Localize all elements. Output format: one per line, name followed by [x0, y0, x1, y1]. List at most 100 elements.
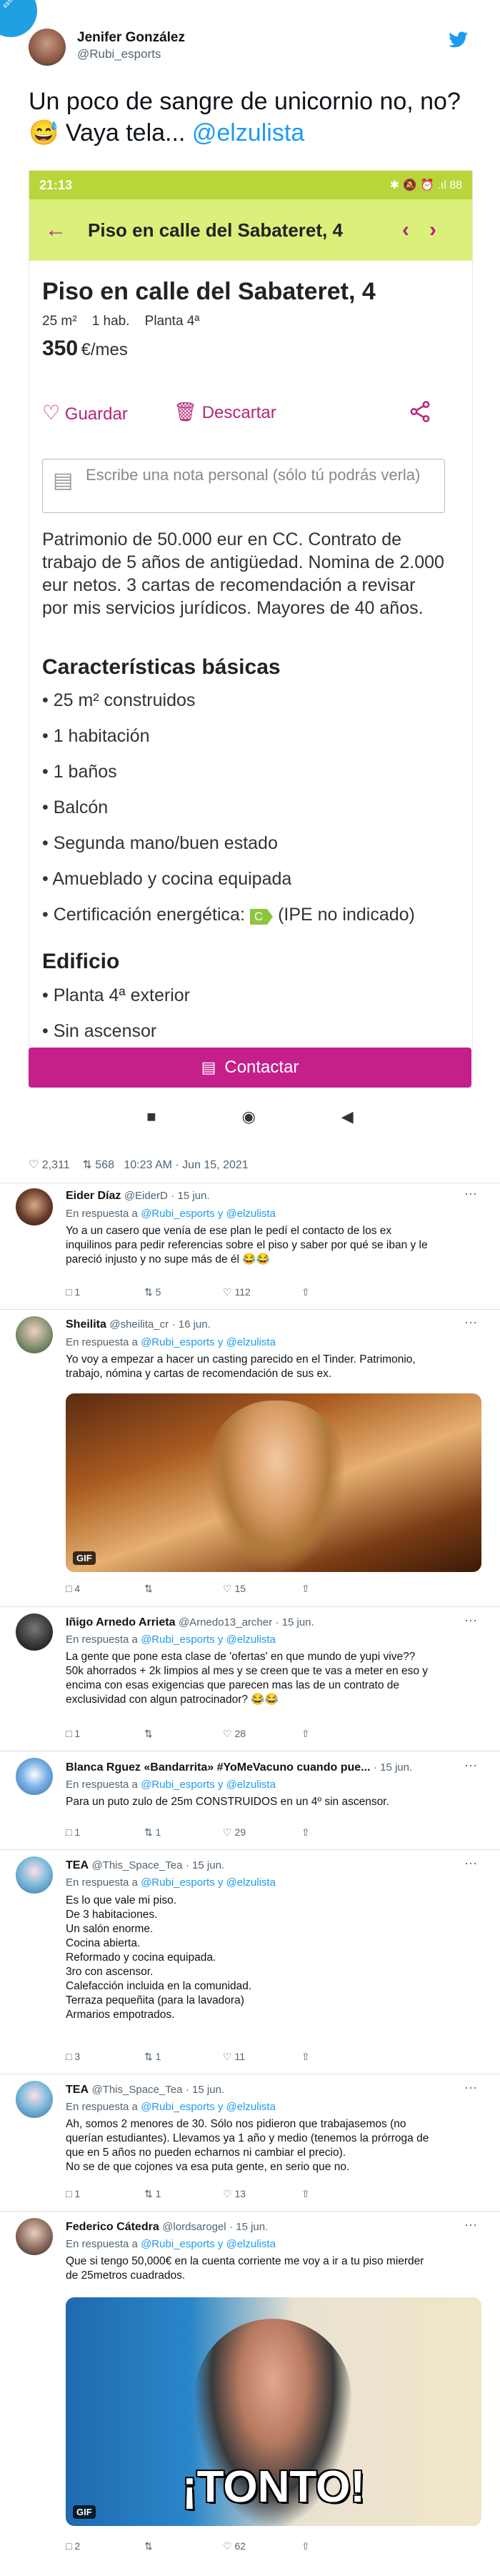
reply-count: 3 [74, 2051, 81, 2062]
like-icon[interactable]: ♡ 15 [223, 1583, 246, 1595]
reply-author-name[interactable]: Federico Cátedra [66, 2221, 159, 2233]
more-options-icon[interactable]: ··· [464, 2217, 477, 2232]
retweet-icon[interactable]: ⇅ [144, 1583, 153, 1595]
reply-author-handle[interactable]: @Arnedo13_archer [179, 1616, 272, 1628]
retweet-icon[interactable]: ⇅ 1 [144, 2188, 161, 2200]
like-count: 15 [234, 1583, 246, 1594]
like-icon[interactable]: ♡ 13 [223, 2188, 246, 2200]
reply-icon[interactable]: □ [66, 1728, 71, 1739]
avatar[interactable] [16, 1613, 53, 1651]
more-options-icon[interactable]: ··· [464, 2080, 477, 2095]
avatar[interactable] [16, 1758, 53, 1795]
reply-author-name[interactable]: TEA [66, 1859, 89, 1871]
like-icon[interactable]: ♡ 112 [223, 1286, 251, 1298]
retweet-icon[interactable]: ⇅ 1 [144, 2051, 161, 2063]
avatar[interactable] [16, 1856, 53, 1894]
share-icon[interactable]: ⇧ [301, 1728, 310, 1740]
reply-author-name[interactable]: TEA [66, 2084, 89, 2096]
reply-icon[interactable]: □ [66, 1583, 71, 1594]
reply-icon[interactable]: □ [66, 2051, 71, 2062]
retweet-icon[interactable]: ⇅ 1 [144, 1826, 161, 1839]
avatar[interactable] [16, 2081, 53, 2118]
reply-icon[interactable]: □ [66, 2540, 71, 2552]
reply-author-handle[interactable]: @sheilita_cr [109, 1318, 169, 1331]
reply-author-name[interactable]: Blanca Rguez «Bandarrita» #YoMeVacuno cu… [66, 1761, 370, 1774]
reply-mentions[interactable]: @Rubi_esports y @elzulista [141, 2238, 276, 2250]
reply-icon[interactable]: □ [66, 1826, 71, 1838]
retweet-icon[interactable]: ⇅ 5 [144, 1286, 161, 1298]
reply-mentions[interactable]: @Rubi_esports y @elzulista [141, 1779, 276, 1791]
gif-image[interactable]: GIF [66, 1393, 481, 1572]
reply-header: TEA @This_Space_Tea · 15 jun. [66, 2084, 224, 2097]
avatar[interactable] [29, 29, 66, 66]
reply-time: · 15 jun. [275, 1616, 314, 1628]
reply-to: En respuesta a @Rubi_esports y @elzulist… [66, 1876, 276, 1889]
reply-mentions[interactable]: @Rubi_esports y @elzulista [141, 2101, 276, 2113]
save-button[interactable]: ♡ Guardar [42, 401, 128, 424]
description-line: trabajo de 5 años de antigüedad. Nomina … [42, 552, 444, 572]
reply-mentions[interactable]: @Rubi_esports y @elzulista [141, 1208, 276, 1220]
more-options-icon[interactable]: ··· [464, 1315, 477, 1330]
woman-figure [209, 1401, 344, 1572]
like-icon[interactable]: ♡ 28 [223, 1728, 246, 1740]
reply-mentions[interactable]: @Rubi_esports y @elzulista [141, 1876, 276, 1889]
reply-to-label: En respuesta a [66, 1336, 138, 1348]
avatar[interactable] [16, 1316, 53, 1353]
discard-button[interactable]: 🗑 Descartar [174, 401, 276, 423]
reply-to: En respuesta a @Rubi_esports y @elzulist… [66, 2238, 276, 2250]
prev-next-icons[interactable]: ‹› [402, 218, 456, 242]
mention-link[interactable]: @elzulista [192, 119, 304, 146]
reply-icon[interactable]: □ [66, 2188, 71, 2199]
reply-to-label: En respuesta a [66, 1779, 138, 1791]
reply-count: 1 [74, 1728, 81, 1739]
like-icon[interactable]: ♡ 29 [223, 1826, 246, 1839]
author-name[interactable]: Jenifer González [77, 30, 185, 46]
reply-body: La gente que pone esta clase de 'ofertas… [66, 1650, 428, 1707]
reply-author-name[interactable]: Eider Díaz [66, 1190, 121, 1202]
reply-author-handle[interactable]: @EiderD [124, 1190, 168, 1202]
trash-icon: 🗑 [174, 401, 198, 422]
more-options-icon[interactable]: ··· [464, 1613, 477, 1628]
reply-actions: □ 4 ⇅ ♡ 15 ⇧ [66, 1583, 459, 1594]
personal-note-field[interactable]: ▤ Escribe una nota personal (sólo tú pod… [42, 459, 445, 513]
back-arrow-icon[interactable]: ← [45, 218, 66, 242]
avatar[interactable] [16, 1188, 53, 1225]
reply-time: · 15 jun. [373, 1761, 413, 1774]
avatar[interactable] [16, 2218, 53, 2255]
reply-mentions[interactable]: @Rubi_esports y @elzulista [141, 1336, 276, 1348]
share-icon[interactable]: ⇧ [301, 1583, 310, 1595]
reply-author-name[interactable]: Sheilita [66, 1318, 106, 1331]
retweet-icon[interactable]: ⇅ [144, 1728, 153, 1740]
reply-mentions[interactable]: @Rubi_esports y @elzulista [141, 1633, 276, 1646]
reply-author-handle[interactable]: @This_Space_Tea [91, 1859, 182, 1871]
recents-icon[interactable]: ■ [146, 1108, 156, 1126]
like-icon[interactable]: ♡ 62 [223, 2540, 246, 2552]
gif-image[interactable]: ¡TONTO! GIF [66, 2297, 481, 2526]
reply-line: trabajo, nómina y cartas de recomendació… [66, 1368, 332, 1380]
reply-body: Ah, somos 2 menores de 30. Sólo nos pidi… [66, 2117, 429, 2174]
share-icon[interactable]: ⇧ [301, 1286, 310, 1298]
reply-author-handle[interactable]: @This_Space_Tea [91, 2084, 182, 2096]
share-icon[interactable] [408, 399, 432, 427]
reply-actions: □ 2 ⇅ ♡ 62 ⇧ [66, 2540, 459, 2552]
author-handle[interactable]: @Rubi_esports [77, 47, 161, 61]
reply-author-handle[interactable]: @lordsarogel [162, 2221, 226, 2233]
share-icon[interactable]: ⇧ [301, 2188, 310, 2200]
listing-title: Piso en calle del Sabateret, 4 [42, 278, 376, 305]
home-icon[interactable]: ◉ [242, 1108, 256, 1126]
reply-line: De 3 habitaciones. [66, 1909, 158, 1921]
share-icon[interactable]: ⇧ [301, 2051, 310, 2063]
share-icon[interactable]: ⇧ [301, 2540, 310, 2552]
reply-line: pareció injusto y no supe más de él 😂😂 [66, 1253, 270, 1265]
more-options-icon[interactable]: ··· [464, 1758, 477, 1773]
like-icon[interactable]: ♡ 11 [223, 2051, 245, 2063]
reply-icon[interactable]: □ [66, 1286, 71, 1298]
contact-button[interactable]: ▤ Contactar [29, 1048, 471, 1088]
more-options-icon[interactable]: ··· [464, 1186, 477, 1201]
back-icon[interactable]: ◀ [341, 1108, 354, 1126]
reply-author-name[interactable]: Iñigo Arnedo Arrieta [66, 1616, 176, 1628]
share-icon[interactable]: ⇧ [301, 1826, 310, 1839]
reply-to: En respuesta a @Rubi_esports y @elzulist… [66, 1633, 276, 1646]
retweet-icon[interactable]: ⇅ [144, 2540, 153, 2552]
more-options-icon[interactable]: ··· [464, 1856, 477, 1871]
